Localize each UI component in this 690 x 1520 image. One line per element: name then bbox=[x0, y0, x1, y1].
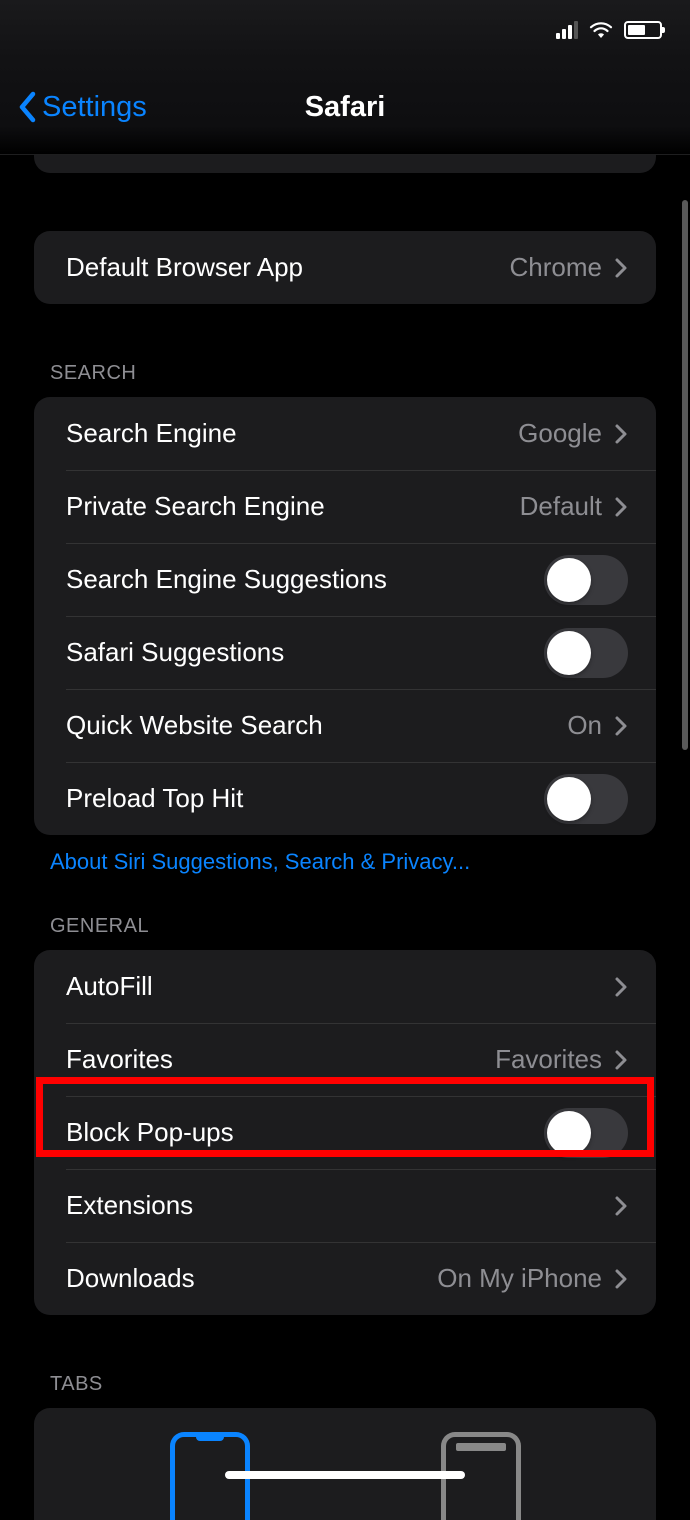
private-search-engine-row[interactable]: Private Search Engine Default bbox=[34, 470, 656, 543]
back-button[interactable]: Settings bbox=[18, 91, 147, 124]
row-label: Block Pop-ups bbox=[66, 1117, 544, 1148]
chevron-right-icon bbox=[614, 423, 628, 445]
row-label: AutoFill bbox=[66, 971, 614, 1002]
preload-top-hit-row: Preload Top Hit bbox=[34, 762, 656, 835]
general-group: AutoFill Favorites Favorites Block Pop-u… bbox=[34, 950, 656, 1315]
row-label: Search Engine Suggestions bbox=[66, 564, 544, 595]
row-label: Preload Top Hit bbox=[66, 783, 544, 814]
default-browser-group: Default Browser App Chrome bbox=[34, 231, 656, 304]
tabs-header: TABS bbox=[0, 1373, 690, 1408]
back-label: Settings bbox=[42, 91, 147, 124]
partial-row bbox=[34, 155, 656, 173]
row-label: Safari Suggestions bbox=[66, 637, 544, 668]
chevron-right-icon bbox=[614, 1268, 628, 1290]
home-indicator bbox=[225, 1471, 465, 1479]
chevron-right-icon bbox=[614, 496, 628, 518]
preload-top-hit-toggle[interactable] bbox=[544, 774, 628, 824]
safari-suggestions-row: Safari Suggestions bbox=[34, 616, 656, 689]
row-value: Default bbox=[520, 491, 602, 522]
chevron-left-icon bbox=[18, 91, 38, 123]
page-title: Safari bbox=[305, 91, 386, 124]
row-label: Search Engine bbox=[66, 418, 518, 449]
row-value: Favorites bbox=[495, 1044, 602, 1075]
row-value: Google bbox=[518, 418, 602, 449]
status-bar bbox=[0, 0, 690, 60]
favorites-row[interactable]: Favorites Favorites bbox=[34, 1023, 656, 1096]
chevron-right-icon bbox=[614, 976, 628, 998]
row-label: Default Browser App bbox=[66, 252, 510, 283]
tabs-layout-picker bbox=[34, 1408, 656, 1520]
block-popups-row: Block Pop-ups bbox=[34, 1096, 656, 1169]
search-header: SEARCH bbox=[0, 362, 690, 397]
wifi-icon bbox=[588, 20, 614, 40]
extensions-row[interactable]: Extensions bbox=[34, 1169, 656, 1242]
chevron-right-icon bbox=[614, 1195, 628, 1217]
row-value: On bbox=[567, 710, 602, 741]
row-label: Extensions bbox=[66, 1190, 614, 1221]
row-label: Private Search Engine bbox=[66, 491, 520, 522]
safari-suggestions-toggle[interactable] bbox=[544, 628, 628, 678]
chevron-right-icon bbox=[614, 715, 628, 737]
row-label: Quick Website Search bbox=[66, 710, 567, 741]
general-header: GENERAL bbox=[0, 915, 690, 950]
autofill-row[interactable]: AutoFill bbox=[34, 950, 656, 1023]
content-scroll[interactable]: Default Browser App Chrome SEARCH Search… bbox=[0, 155, 690, 1520]
about-siri-link[interactable]: About Siri Suggestions, Search & Privacy… bbox=[0, 835, 690, 875]
default-browser-row[interactable]: Default Browser App Chrome bbox=[34, 231, 656, 304]
battery-icon bbox=[624, 21, 662, 39]
search-engine-suggestions-row: Search Engine Suggestions bbox=[34, 543, 656, 616]
search-engine-suggestions-toggle[interactable] bbox=[544, 555, 628, 605]
search-engine-row[interactable]: Search Engine Google bbox=[34, 397, 656, 470]
chevron-right-icon bbox=[614, 257, 628, 279]
row-value: Chrome bbox=[510, 252, 602, 283]
row-label: Downloads bbox=[66, 1263, 437, 1294]
chevron-right-icon bbox=[614, 1049, 628, 1071]
row-value: On My iPhone bbox=[437, 1263, 602, 1294]
quick-website-search-row[interactable]: Quick Website Search On bbox=[34, 689, 656, 762]
scrollbar-indicator bbox=[682, 200, 688, 750]
navigation-bar: Settings Safari bbox=[0, 60, 690, 155]
cellular-signal-icon bbox=[556, 21, 578, 39]
row-label: Favorites bbox=[66, 1044, 495, 1075]
downloads-row[interactable]: Downloads On My iPhone bbox=[34, 1242, 656, 1315]
block-popups-toggle[interactable] bbox=[544, 1108, 628, 1158]
search-group: Search Engine Google Private Search Engi… bbox=[34, 397, 656, 835]
